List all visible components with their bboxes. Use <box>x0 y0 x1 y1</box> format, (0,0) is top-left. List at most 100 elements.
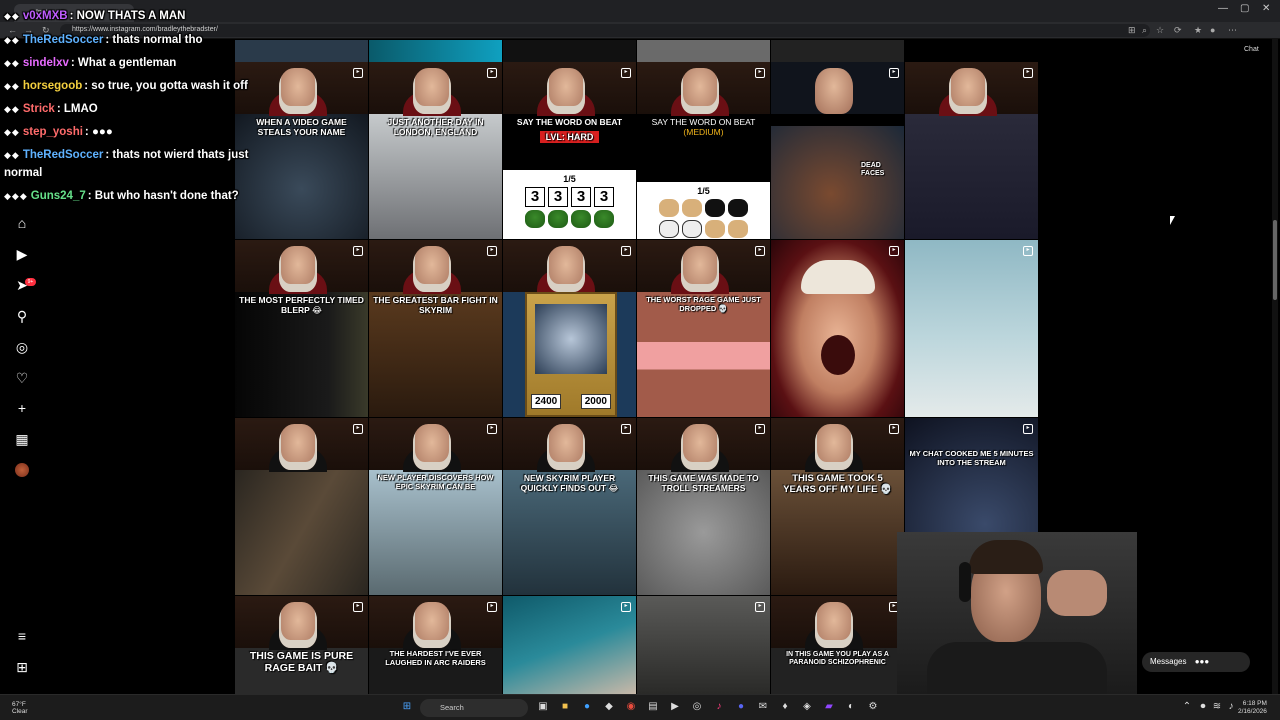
more-icon[interactable]: ⋯ <box>1228 25 1237 36</box>
reel-icon: ▸ <box>1023 246 1033 256</box>
clock-time: 6:18 PM <box>1242 700 1267 707</box>
notification-badge: 9+ <box>25 278 36 286</box>
taskbar-search[interactable]: Search <box>420 699 528 717</box>
quiz-count: 1/5 <box>563 174 576 184</box>
reels-icon[interactable]: ▶ <box>13 245 31 263</box>
grid-tile[interactable]: NEW PLAYER DISCOVERS HOW EPIC SKYRIM CAN… <box>369 418 502 595</box>
menu-icon[interactable]: ≡ <box>13 627 31 645</box>
grid-tile[interactable]: 2400 2000 ▸ <box>503 240 636 417</box>
close-icon[interactable]: ✕ <box>1262 3 1270 14</box>
facecam <box>369 62 502 116</box>
quiz-number: 3 <box>548 187 568 207</box>
facecam <box>503 418 636 472</box>
tiktok-icon[interactable]: ♪ <box>712 700 726 714</box>
tile-caption: THE MOST PERFECTLY TIMED BLERP 😂 <box>239 295 364 315</box>
app-icon[interactable]: ◎ <box>690 700 704 714</box>
grid-tile[interactable]: say the word on beat lvl: Hard 1/5 3 3 3 … <box>503 62 636 239</box>
grid-tile[interactable]: ▸ <box>771 240 904 417</box>
grid-tile[interactable]: DEAD FACES ▸ <box>771 62 904 239</box>
chrome-icon[interactable]: ◉ <box>624 700 638 714</box>
scrollbar-thumb[interactable] <box>1273 220 1277 300</box>
volume-icon[interactable]: ♪ <box>1224 700 1238 714</box>
grid-tile-partial[interactable] <box>771 40 904 62</box>
settings-icon[interactable]: ⚙ <box>866 700 880 714</box>
chat-message-continuation: normal <box>4 167 42 179</box>
chat-badges-icon: ◆◆ <box>4 104 20 114</box>
tray-chevron-icon[interactable]: ⌃ <box>1180 700 1194 714</box>
app-icon[interactable]: ♦ <box>778 700 792 714</box>
grid-tile-partial[interactable] <box>503 40 636 62</box>
mouse-cursor-icon <box>1170 216 1180 225</box>
chat-message: ◆◆ horsegoob: so true, you gotta wash it … <box>4 80 248 92</box>
explore-icon[interactable]: ◎ <box>13 338 31 356</box>
grid-tile[interactable]: ▸ <box>905 240 1038 417</box>
notifications-icon[interactable]: ♡ <box>13 369 31 387</box>
grid-tile[interactable]: THIS GAME TOOK 5 YEARS OFF MY LIFE 💀 ▸ <box>771 418 904 595</box>
grid-tile[interactable]: THE MOST PERFECTLY TIMED BLERP 😂 ▸ <box>235 240 368 417</box>
grid-tile[interactable]: THIS GAME IS PURE RAGE BAIT 💀 ▸ <box>235 596 368 694</box>
dashboard-icon[interactable]: ▦ <box>13 430 31 448</box>
home-icon[interactable]: ⌂ <box>13 214 31 232</box>
chat-message: ◆◆ step_yoshi: ●●● <box>4 126 113 138</box>
twitch-icon[interactable]: ▰ <box>822 700 836 714</box>
taskbar-clock[interactable]: 6:18 PM 2/16/2026 <box>1238 700 1267 716</box>
headphones-icon <box>959 562 971 602</box>
weather-widget[interactable]: 67°F Clear <box>12 701 28 715</box>
grid-tile[interactable]: THE WORST RAGE GAME JUST DROPPED 💀 ▸ <box>637 240 770 417</box>
page-scrollbar[interactable] <box>1272 39 1278 694</box>
task-view-icon[interactable]: ▣ <box>536 700 550 714</box>
grid-tile[interactable]: ▸ <box>637 596 770 694</box>
chat-message: ◆◆ TheRedSoccer: thats not wierd thats ju… <box>4 149 249 161</box>
tile-caption: say the word on beat lvl: Hard <box>516 117 623 144</box>
grid-tile[interactable]: ▸ <box>905 62 1038 239</box>
maximize-icon[interactable]: ▢ <box>1240 3 1249 14</box>
start-icon[interactable]: ⊞ <box>400 700 414 714</box>
grid-tile[interactable]: THE HARDEST I'VE EVER LAUGHED IN ARC RAI… <box>369 596 502 694</box>
messages-label: Messages <box>1150 657 1187 666</box>
chat-text: What a gentleman <box>77 57 177 69</box>
discord-icon[interactable]: ● <box>734 700 748 714</box>
profile-avatar-icon[interactable]: ● <box>1210 25 1215 35</box>
grid-tile[interactable]: THE GREATEST BAR FIGHT IN SKYRIM ▸ <box>369 240 502 417</box>
create-icon[interactable]: + <box>13 399 31 417</box>
bookmark-star-icon[interactable]: ☆ <box>1156 25 1164 36</box>
also-from-meta-icon[interactable]: ⊞ <box>13 658 31 676</box>
quiz-number: 3 <box>594 187 614 207</box>
grid-tile[interactable]: JUST ANOTHER DAY IN LONDON, ENGLAND ▸ <box>369 62 502 239</box>
app-icon[interactable]: ✉ <box>756 700 770 714</box>
screen: Instagram — ▢ ✕ ← → ↻ https://www.instag… <box>0 0 1280 720</box>
wifi-icon[interactable]: ≋ <box>1210 700 1224 714</box>
grid-tile-partial[interactable] <box>369 40 502 62</box>
favorites-icon[interactable]: ★ <box>1194 25 1202 36</box>
search-icon[interactable]: ⚲ <box>13 307 31 325</box>
grid-tile[interactable]: THIS GAME WAS MADE TO TROLL STREAMERS ▸ <box>637 418 770 595</box>
app-icon[interactable]: ◈ <box>800 700 814 714</box>
grid-tile[interactable]: IN THIS GAME YOU PLAY AS A PARANOID SCHI… <box>771 596 904 694</box>
tile-thumbnail <box>771 126 904 239</box>
steam-icon[interactable]: ◐ <box>844 700 858 714</box>
extension-icon[interactable]: ⊞ <box>1128 25 1136 36</box>
grid-tile[interactable]: ▸ <box>235 418 368 595</box>
messages-button[interactable]: Messages ●●● <box>1142 652 1250 672</box>
refresh-icon[interactable]: ⟳ <box>1174 25 1182 36</box>
facecam <box>503 240 636 294</box>
file-explorer-icon[interactable]: ■ <box>558 700 572 714</box>
tile-caption: THE HARDEST I'VE EVER LAUGHED IN ARC RAI… <box>385 649 486 667</box>
app-icon[interactable]: ◆ <box>602 700 616 714</box>
facecam <box>771 418 904 472</box>
copilot-chat-button[interactable]: Chat <box>1244 46 1259 53</box>
app-icon[interactable]: ▶ <box>668 700 682 714</box>
app-icon[interactable]: ▤ <box>646 700 660 714</box>
edge-icon[interactable]: ● <box>580 700 594 714</box>
minimize-icon[interactable]: — <box>1218 3 1228 14</box>
mic-icon[interactable]: ⏺ <box>1196 700 1210 714</box>
profile-avatar[interactable] <box>15 463 29 477</box>
difficulty-label: (MEDIUM) <box>683 126 724 137</box>
grid-tile-partial[interactable] <box>637 40 770 62</box>
grid-tile[interactable]: ▸ <box>503 596 636 694</box>
grid-tile[interactable]: NEW SKYRIM PLAYER QUICKLY FINDS OUT 😂 ▸ <box>503 418 636 595</box>
tile-thumbnail <box>503 596 636 694</box>
zoom-icon[interactable]: ⌕ <box>1142 25 1147 36</box>
facecam <box>369 596 502 650</box>
grid-tile[interactable]: SAY THE WORD ON BEAT (MEDIUM) 1/5 ▸ <box>637 62 770 239</box>
